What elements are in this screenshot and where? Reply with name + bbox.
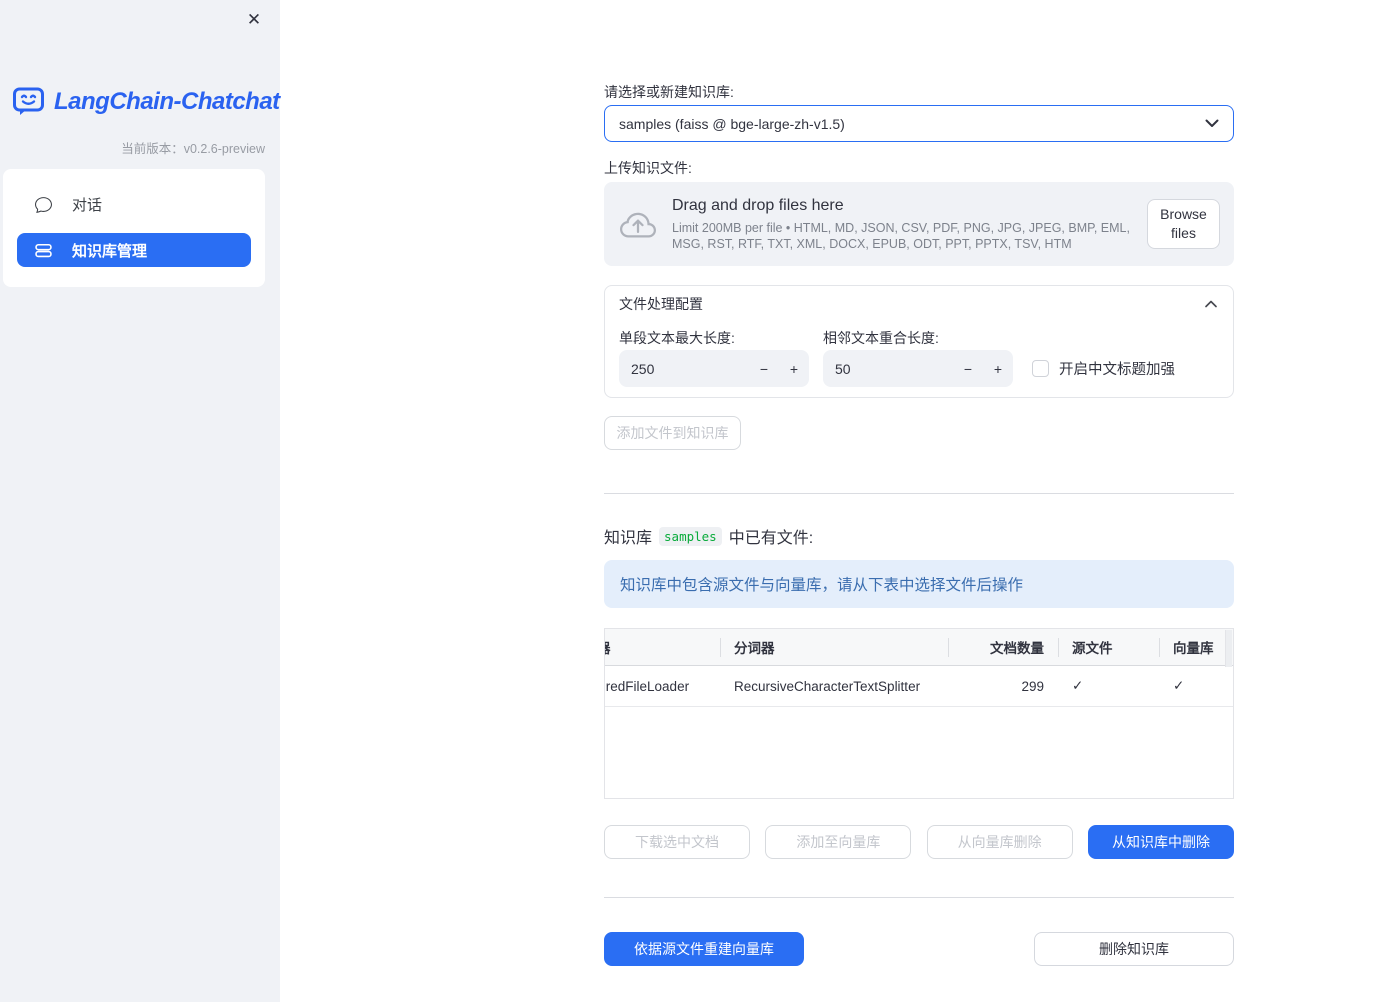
chunk-size-label: 单段文本最大长度: — [619, 330, 735, 346]
file-dropzone[interactable]: Drag and drop files here Limit 200MB per… — [604, 182, 1234, 266]
sidebar-close-icon[interactable]: ✕ — [240, 6, 268, 34]
column-header-vector-store[interactable]: 向量库 — [1159, 629, 1233, 665]
cell-loader: UnstructuredFileLoader — [605, 678, 690, 694]
kb-select-value: samples (faiss @ bge-large-zh-v1.5) — [619, 115, 845, 132]
app-window: ✕ LangChain-Chatchat 当前版本：v0.2.6-preview — [0, 0, 1380, 1002]
kb-files-prefix: 知识库 — [604, 530, 653, 547]
column-header-doc-count[interactable]: 文档数量 — [948, 629, 1058, 665]
cell-doc-count: 299 — [1021, 678, 1044, 694]
overlap-size-value: 50 — [835, 360, 851, 377]
file-action-buttons: 下载选中文档 添加至向量库 从向量库删除 从知识库中删除 — [604, 825, 1234, 859]
divider — [604, 493, 1234, 494]
overlap-size-stepper[interactable]: 50 − + — [823, 350, 1013, 387]
table-row[interactable]: UnstructuredFileLoader RecursiveCharacte… — [605, 666, 1233, 707]
check-icon: ✓ — [1072, 678, 1084, 693]
dropzone-limit-text: Limit 200MB per file • HTML, MD, JSON, C… — [672, 220, 1130, 251]
add-to-vector-store-button[interactable]: 添加至向量库 — [765, 825, 912, 859]
delete-from-vector-store-button[interactable]: 从向量库删除 — [926, 825, 1073, 859]
table-scrollbar[interactable] — [1225, 630, 1232, 667]
info-alert-text: 知识库中包含源文件与向量库，请从下表中选择文件后操作 — [620, 577, 1024, 594]
table-header-row: 文档加载器 分词器 文档数量 源文件 向量库 — [605, 629, 1233, 666]
download-selected-button[interactable]: 下载选中文档 — [604, 825, 750, 859]
delete-kb-button[interactable]: 删除知识库 — [1034, 932, 1234, 966]
kb-select-dropdown[interactable]: samples (faiss @ bge-large-zh-v1.5) — [604, 105, 1234, 142]
sidebar-item-knowledge-base[interactable]: 知识库管理 — [17, 233, 251, 267]
sidebar-item-dialogue[interactable]: 对话 — [17, 187, 251, 221]
kb-files-heading: 知识库 samples 中已有文件: — [604, 524, 813, 548]
sidebar-item-label: 知识库管理 — [72, 242, 148, 260]
expander-header[interactable]: 文件处理配置 — [605, 286, 1233, 322]
checkbox-unchecked-icon — [1032, 360, 1049, 377]
check-icon: ✓ — [1173, 678, 1185, 693]
column-header-loader[interactable]: 文档加载器 — [605, 629, 720, 665]
kb-files-table[interactable]: 文档加载器 分词器 文档数量 源文件 向量库 UnstructuredFileL… — [604, 628, 1234, 799]
chevron-up-icon — [1205, 300, 1217, 308]
browse-files-button[interactable]: Browse files — [1147, 199, 1220, 249]
delete-from-kb-button[interactable]: 从知识库中删除 — [1087, 825, 1234, 859]
chunk-size-increment-button[interactable]: + — [779, 350, 809, 387]
info-alert: 知识库中包含源文件与向量库，请从下表中选择文件后操作 — [604, 560, 1234, 608]
chunk-size-decrement-button[interactable]: − — [749, 350, 779, 387]
chat-bubble-icon — [35, 196, 52, 213]
add-files-to-kb-button[interactable]: 添加文件到知识库 — [604, 416, 741, 450]
overlap-size-label: 相邻文本重合长度: — [823, 330, 939, 346]
sidebar: ✕ LangChain-Chatchat 当前版本：v0.2.6-preview — [0, 0, 280, 1002]
zh-title-enhance-label: 开启中文标题加强 — [1059, 362, 1175, 378]
cell-splitter: RecursiveCharacterTextSplitter — [734, 678, 921, 694]
column-header-splitter[interactable]: 分词器 — [720, 629, 948, 665]
expander-title: 文件处理配置 — [619, 296, 703, 312]
overlap-size-increment-button[interactable]: + — [983, 350, 1013, 387]
kb-files-suffix: 中已有文件: — [728, 530, 814, 547]
app-logo-text: LangChain-Chatchat — [54, 88, 280, 115]
chunk-size-stepper[interactable]: 250 − + — [619, 350, 809, 387]
rebuild-vector-store-button[interactable]: 依据源文件重建向量库 — [604, 932, 804, 966]
kb-select-label: 请选择或新建知识库: — [604, 84, 734, 100]
dropzone-title: Drag and drop files here — [672, 196, 844, 214]
cloud-upload-icon — [620, 209, 656, 239]
sidebar-nav: 对话 知识库管理 — [3, 169, 265, 287]
app-logo: LangChain-Chatchat — [12, 86, 280, 118]
file-config-expander: 文件处理配置 单段文本最大长度: 250 − + 相邻文本重合长度: 50 − … — [604, 285, 1234, 398]
version-label: 当前版本： — [121, 142, 184, 156]
chunk-size-value: 250 — [631, 360, 655, 377]
dropzone-text: Drag and drop files here Limit 200MB per… — [672, 197, 1147, 252]
overlap-size-decrement-button[interactable]: − — [953, 350, 983, 387]
version-info: 当前版本：v0.2.6-preview — [121, 138, 265, 157]
kb-name-code: samples — [659, 526, 722, 546]
zh-title-enhance-checkbox[interactable]: 开启中文标题加强 — [1032, 358, 1175, 379]
sidebar-item-label: 对话 — [72, 196, 103, 214]
stacked-cards-icon — [35, 242, 52, 259]
chatchat-logo-icon — [12, 86, 46, 118]
version-value: v0.2.6-preview — [183, 142, 265, 156]
divider — [604, 897, 1234, 898]
upload-label: 上传知识文件: — [604, 160, 692, 176]
column-header-source-file[interactable]: 源文件 — [1058, 629, 1159, 665]
chevron-down-icon — [1205, 119, 1219, 128]
